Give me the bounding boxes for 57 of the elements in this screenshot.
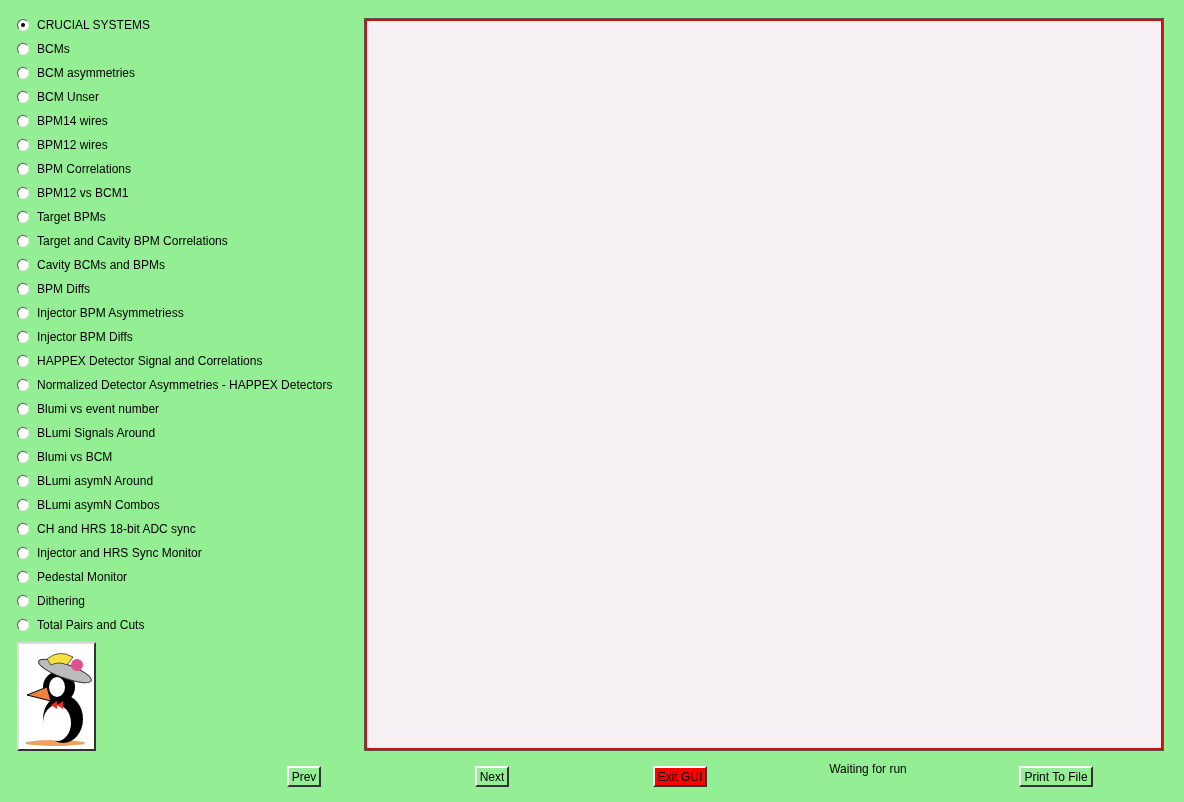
radio-button[interactable] [17, 163, 29, 175]
option-label[interactable]: Total Pairs and Cuts [37, 616, 145, 634]
option-label[interactable]: BCM asymmetries [37, 64, 135, 82]
radio-button[interactable] [17, 475, 29, 487]
footer-button[interactable]: Print To File [1019, 766, 1093, 787]
option-label[interactable]: BPM12 vs BCM1 [37, 184, 129, 202]
status-text: Waiting for run [829, 761, 907, 778]
option-label[interactable]: BPM14 wires [37, 112, 108, 130]
radio-button[interactable] [17, 547, 29, 559]
option-label[interactable]: Cavity BCMs and BPMs [37, 256, 166, 274]
option-label[interactable]: BCMs [37, 40, 70, 58]
option-label[interactable]: BCM Unser [37, 88, 99, 106]
radio-button[interactable] [17, 211, 29, 223]
exit-button[interactable]: Exit GUI [652, 766, 708, 787]
option-label[interactable]: Injector BPM Asymmetriess [37, 304, 184, 322]
radio-button[interactable] [17, 67, 29, 79]
radio-button[interactable] [17, 91, 29, 103]
radio-button[interactable] [17, 379, 29, 391]
option-label[interactable]: BLumi asymN Around [37, 472, 154, 490]
option-label[interactable]: Injector BPM Diffs [37, 328, 133, 346]
option-label[interactable]: BPM12 wires [37, 136, 108, 154]
radio-button[interactable] [17, 403, 29, 415]
radio-button[interactable] [17, 523, 29, 535]
radio-button[interactable] [17, 595, 29, 607]
radio-button[interactable] [17, 43, 29, 55]
option-label[interactable]: Injector and HRS Sync Monitor [37, 544, 202, 562]
radio-button[interactable] [17, 139, 29, 151]
radio-button[interactable] [17, 355, 29, 367]
radio-button[interactable] [17, 499, 29, 511]
option-label[interactable]: Blumi vs event number [37, 400, 160, 418]
option-label[interactable]: CH and HRS 18-bit ADC sync [37, 520, 196, 538]
radio-button[interactable] [17, 115, 29, 127]
option-label[interactable]: CRUCIAL SYSTEMS [37, 16, 150, 34]
option-label[interactable]: HAPPEX Detector Signal and Correlations [37, 352, 263, 370]
radio-button[interactable] [17, 619, 29, 631]
option-label[interactable]: Target and Cavity BPM Correlations [37, 232, 228, 250]
radio-button[interactable] [17, 571, 29, 583]
option-label[interactable]: Normalized Detector Asymmetries - HAPPEX Detectors [37, 376, 333, 394]
radio-button[interactable] [17, 331, 29, 343]
footer-button[interactable]: Next [474, 766, 510, 787]
option-label[interactable]: Target BPMs [37, 208, 106, 226]
option-label[interactable]: BLumi asymN Combos [37, 496, 160, 514]
radio-button[interactable] [17, 451, 29, 463]
option-label[interactable]: Blumi vs BCM [37, 448, 113, 466]
option-label[interactable]: BPM Diffs [37, 280, 91, 298]
radio-button[interactable] [17, 187, 29, 199]
option-label[interactable]: Dithering [37, 592, 86, 610]
radio-button[interactable] [17, 283, 29, 295]
radio-button[interactable] [17, 259, 29, 271]
option-label[interactable]: BLumi Signals Around [37, 424, 156, 442]
footer-button[interactable]: Prev [286, 766, 322, 787]
option-label[interactable]: Pedestal Monitor [37, 568, 128, 586]
radio-button[interactable] [17, 427, 29, 439]
radio-button[interactable] [17, 235, 29, 247]
option-label[interactable]: BPM Correlations [37, 160, 132, 178]
radio-button[interactable] [17, 19, 29, 31]
radio-button[interactable] [17, 307, 29, 319]
